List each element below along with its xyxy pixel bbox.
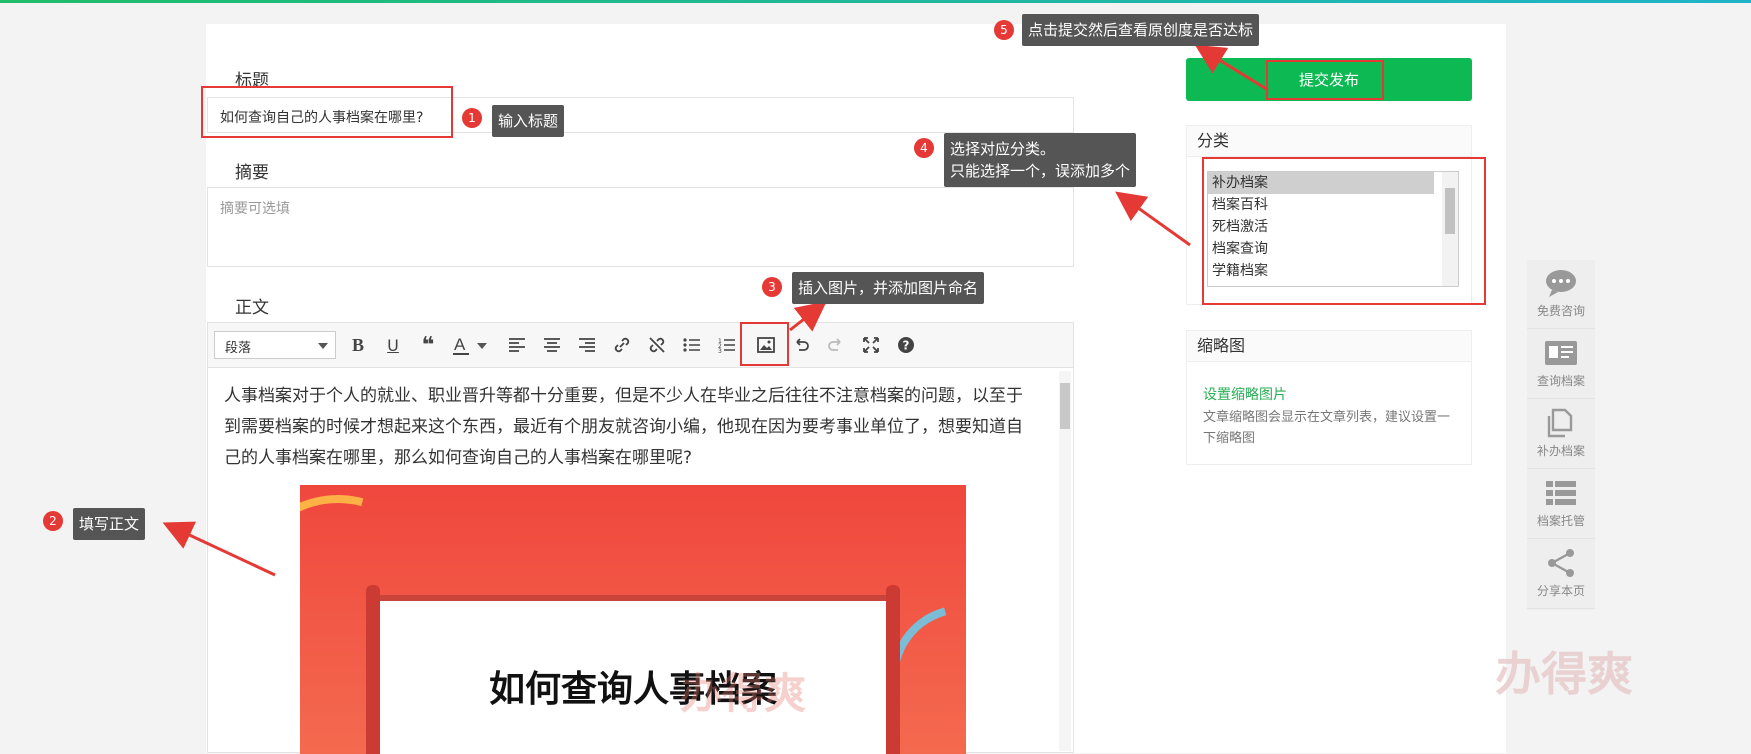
callout-5: 点击提交然后查看原创度是否达标 (1022, 14, 1260, 46)
step-badge-4: 4 (914, 138, 934, 158)
callout-4-line1: 选择对应分类。 (950, 140, 1056, 158)
arrow-to-submit-callout (1194, 44, 1269, 92)
callout-1: 输入标题 (492, 105, 565, 137)
step-badge-4-num: 4 (920, 141, 928, 155)
step-badge-1: 1 (462, 108, 482, 128)
step-badge-3: 3 (762, 277, 782, 297)
callout-4: 选择对应分类。 只能选择一个，误添加多个 (944, 133, 1137, 187)
annotation-arrows (162, 44, 1269, 577)
callout-2: 填写正文 (73, 508, 146, 540)
step-badge-2: 2 (43, 511, 63, 531)
callout-3: 插入图片，并添加图片命名 (792, 272, 985, 304)
callout-4-line2: 只能选择一个，误添加多个 (950, 162, 1131, 180)
arrow-to-body (162, 521, 276, 577)
arrow-to-image-callout (789, 301, 827, 332)
arrow-to-category-callout (1115, 191, 1191, 247)
step-badge-5: 5 (994, 20, 1014, 40)
